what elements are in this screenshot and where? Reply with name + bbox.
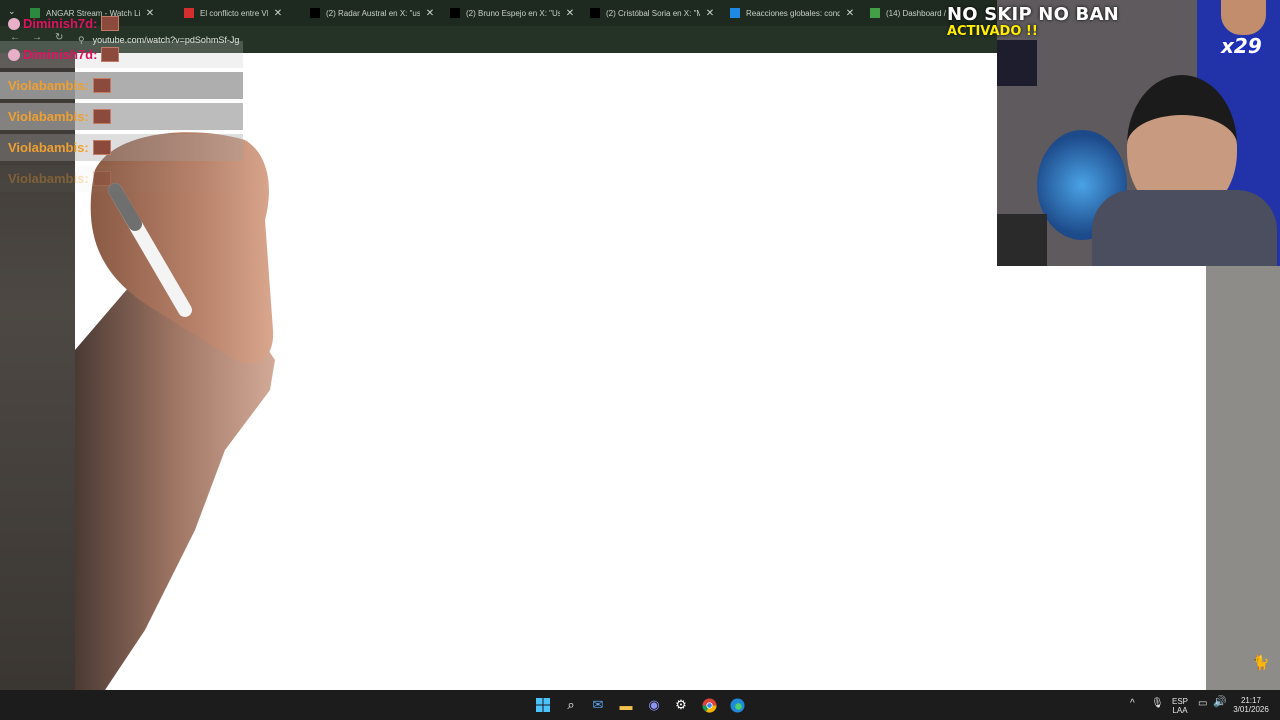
file-explorer-icon[interactable]: ▬ [618,697,634,713]
keyboard-layout: LAA [1172,706,1188,715]
subscriber-badge-icon [8,48,20,61]
clock-time: 21:17 [1240,696,1262,705]
tab-title: (2) Cristóbal Soria en X: "Ma [606,8,700,18]
settings-icon[interactable]: ⚙ [673,697,689,713]
tab-title: (2) Bruno Espejo en X: "Usen [466,8,560,18]
tab-favicon-icon [310,8,320,18]
tab-favicon-icon [730,8,740,18]
chat-message: Diminish7d: [0,41,243,68]
chat-message: Violabambis: [0,103,243,130]
tab-6[interactable]: (14) Dashboard / S [870,3,950,23]
tab-favicon-icon [870,8,880,18]
windows-taskbar [0,690,1280,720]
network-icon[interactable]: ▭ [1198,699,1207,709]
chat-username: Violabambis: [8,140,89,155]
chat-message: Violabambis: [0,72,243,99]
clock-date: 3/01/2026 [1233,705,1269,714]
emote-icon [92,171,111,186]
edge-icon[interactable] [729,697,745,713]
overlay-banner-title: NO SKIP NO BAN [947,4,1119,25]
tab-3[interactable]: (2) Bruno Espejo en X: "Usen ✕ [450,3,580,23]
discord-icon[interactable]: ◉ [646,697,662,713]
microphone-icon[interactable]: 🎙 [1151,699,1164,709]
emote-icon [101,47,120,62]
drawing-hand-illustration [75,132,275,690]
close-tab-icon[interactable]: ✕ [704,8,716,19]
emote-icon [101,16,120,31]
chat-username: Violabambis: [8,109,89,124]
video-right-background [1206,266,1280,690]
chat-message: Violabambis: [0,134,243,161]
tab-favicon-icon [590,8,600,18]
chat-message: Diminish7d: [0,10,243,37]
cat-watermark-icon: 🐈 [1252,654,1270,670]
emote-icon [92,109,111,124]
tab-title: Reacciones globales: conde [746,8,840,18]
close-tab-icon[interactable]: ✕ [424,8,436,19]
tab-5[interactable]: Reacciones globales: conde ✕ [730,3,860,23]
chat-username: Violabambis: [8,78,89,93]
emote-icon [92,78,111,93]
volume-icon[interactable]: 🔊 [1213,697,1227,708]
search-icon[interactable]: ⌕ [563,697,579,713]
emote-icon [92,140,111,155]
windows-start-icon[interactable] [535,697,551,713]
close-tab-icon[interactable]: ✕ [844,8,856,19]
tab-2[interactable]: (2) Radar Austral en X: "usve ✕ [310,3,440,23]
clock[interactable]: 21:17 3/01/2026 [1228,696,1274,714]
language-code: ESP [1171,697,1188,706]
mail-icon[interactable]: ✉ [590,697,606,713]
chrome-icon[interactable] [701,697,717,713]
overlay-banner-subtitle: ACTIVADO !! [947,24,1038,39]
language-indicator[interactable]: ESP LAA [1170,697,1190,715]
close-tab-icon[interactable]: ✕ [564,8,576,19]
tab-4[interactable]: (2) Cristóbal Soria en X: "Ma ✕ [590,3,720,23]
chat-username: Violabambis: [8,171,89,186]
close-tab-icon[interactable]: ✕ [272,8,284,19]
tab-title: (2) Radar Austral en X: "usve [326,8,420,18]
chat-username: Diminish7d: [23,16,98,31]
tab-title: (14) Dashboard / S [886,8,950,18]
chat-username: Diminish7d: [23,47,98,62]
subscriber-badge-icon [8,17,20,30]
tray-overflow-chevron-icon[interactable]: ^ [1130,699,1135,709]
tab-favicon-icon [450,8,460,18]
chat-message: Violabambis: [0,165,243,192]
multiplier-counter: x29 [1221,34,1262,58]
